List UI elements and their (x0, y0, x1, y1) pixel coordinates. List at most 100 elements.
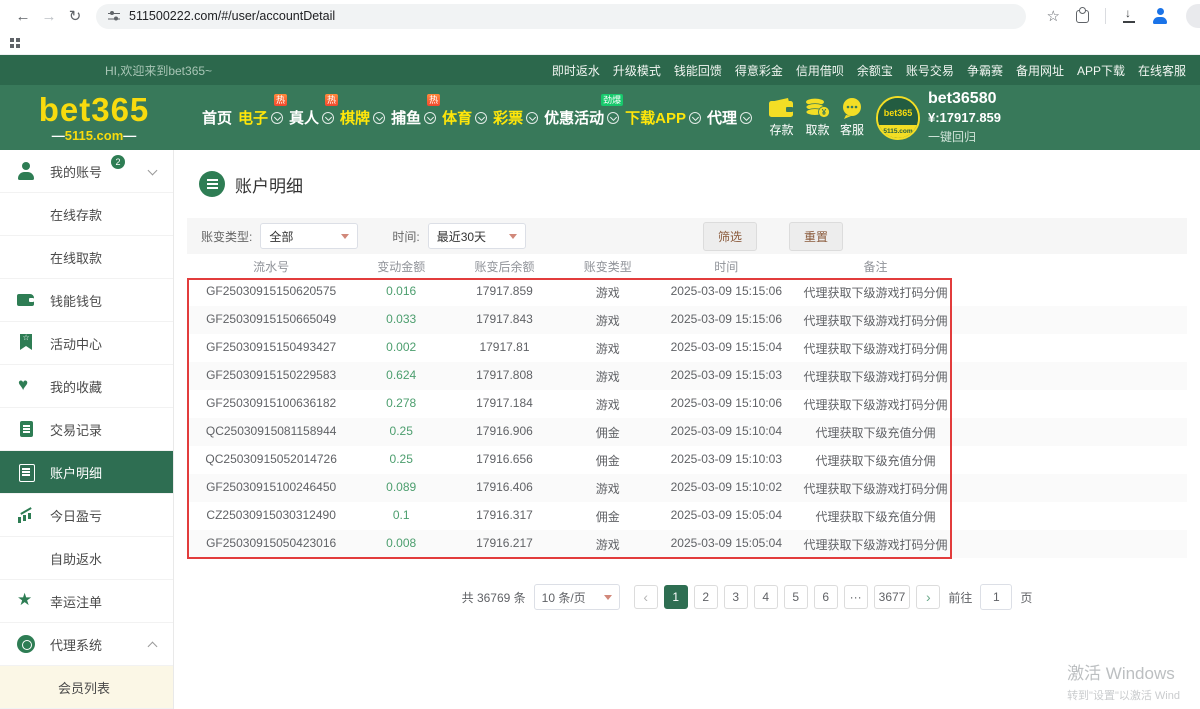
browser-menu-pill[interactable] (1186, 4, 1200, 28)
sidebar-item[interactable]: 在线取款 (0, 236, 173, 279)
one-key-recall-link[interactable]: 一键回归 (928, 128, 1001, 145)
page-number-button[interactable]: 6 (814, 585, 838, 609)
service-label: 客服 (840, 121, 864, 138)
sidebar-item[interactable]: 我的收藏 (0, 365, 173, 408)
sidebar-item-label: 在线取款 (50, 248, 102, 267)
sidebar-item[interactable]: 代理系统 (0, 623, 173, 666)
chevron-down-circle-icon (373, 112, 385, 124)
goto-page-input[interactable] (980, 584, 1012, 610)
sidebar-item[interactable]: 自助返水 (0, 537, 173, 580)
withdraw-label: 取款 (805, 121, 829, 138)
table-row: GF25030915150620575 0.016 17917.859 游戏 2… (187, 278, 1187, 306)
reload-icon[interactable]: ↻ (62, 7, 88, 25)
change-amount: 0.25 (355, 452, 447, 469)
activity-icon (17, 334, 35, 352)
logo-dash: — (52, 128, 65, 143)
nav-item[interactable]: 下载APP (625, 107, 701, 128)
page-number-button[interactable]: 3 (724, 585, 748, 609)
type-filter-select[interactable]: 全部 (260, 223, 358, 249)
sidebar-item[interactable]: 钱能钱包 (0, 279, 173, 322)
change-type: 游戏 (562, 284, 654, 301)
nav-item[interactable]: 电子 热 (238, 107, 283, 128)
apps-grid-icon[interactable] (10, 38, 14, 42)
change-amount: 0.008 (355, 536, 447, 553)
sidebar-item-label: 今日盈亏 (50, 506, 102, 525)
chevron-down-circle-icon (271, 112, 283, 124)
nav-item[interactable]: 棋牌 (340, 107, 385, 128)
topbar-link[interactable]: 在线客服 (1138, 62, 1186, 79)
remark: 代理获取下级游戏打码分佣 (799, 340, 952, 357)
page-number-button[interactable]: ··· (844, 585, 868, 609)
page-number-button[interactable]: 5 (784, 585, 808, 609)
hot-badge: 热 (274, 94, 287, 106)
topbar-link[interactable]: 升级模式 (613, 62, 661, 79)
logo-domain: 5115.com (65, 128, 124, 143)
reset-button[interactable]: 重置 (789, 222, 843, 251)
sidebar-item[interactable]: 会员列表 (0, 666, 173, 709)
topbar-link[interactable]: 争霸赛 (967, 62, 1003, 79)
nav-item-label: 下载APP (625, 107, 686, 128)
nav-item[interactable]: 优惠活动 劲爆 (544, 107, 619, 128)
nav-item[interactable]: 首页 (202, 107, 232, 128)
balance-after: 17916.906 (447, 424, 562, 441)
bookmark-star-icon[interactable]: ☆ (1047, 7, 1060, 25)
balance-after: 17917.843 (447, 312, 562, 329)
page-number-button[interactable]: 1 (664, 585, 688, 609)
sidebar-item[interactable]: 我的账号 2 (0, 150, 173, 193)
withdraw-button[interactable]: ¥ 取款 (804, 97, 831, 138)
nav-item[interactable]: 代理 (707, 107, 752, 128)
sidebar-item[interactable]: 幸运注单 (0, 580, 173, 623)
extensions-icon[interactable] (1076, 10, 1089, 23)
filter-button[interactable]: 筛选 (703, 222, 757, 251)
sidebar-item[interactable]: 今日盈亏 (0, 494, 173, 537)
next-page-button[interactable]: › (916, 585, 940, 609)
service-button[interactable]: 客服 (840, 97, 864, 138)
pagination: 共 36769 条 10 条/页 ‹ 1 2 3 4 5 6 (187, 584, 1187, 610)
topbar-link[interactable]: 余额宝 (857, 62, 893, 79)
page-number-button[interactable]: 2 (694, 585, 718, 609)
change-time: 2025-03-09 15:05:04 (654, 508, 799, 525)
page-size-select[interactable]: 10 条/页 (534, 584, 620, 610)
topbar-link[interactable]: 账号交易 (906, 62, 954, 79)
time-filter-select[interactable]: 最近30天 (428, 223, 526, 249)
deposit-label: 存款 (769, 121, 793, 138)
address-bar[interactable]: 511500222.com/#/user/accountDetail (96, 4, 1026, 29)
serial-number: GF25030915150493427 (187, 340, 355, 357)
sidebar-item[interactable]: 账户明细 (0, 451, 173, 494)
favorites-icon (17, 377, 35, 395)
profile-avatar-icon[interactable] (1152, 8, 1168, 24)
nav-item[interactable]: 体育 (442, 107, 487, 128)
topbar-link[interactable]: 信用借呗 (796, 62, 844, 79)
remark: 代理获取下级游戏打码分佣 (799, 312, 952, 329)
site-logo[interactable]: bet365 —5115.com— (24, 93, 164, 142)
topbar-link[interactable]: APP下载 (1077, 62, 1125, 79)
nav-item[interactable]: 真人 热 (289, 107, 334, 128)
nav-item[interactable]: 彩票 (493, 107, 538, 128)
topbar-link[interactable]: 即时返水 (552, 62, 600, 79)
page-number-button[interactable]: 3677 (874, 585, 911, 609)
deposit-button[interactable]: 存款 (768, 97, 795, 138)
sidebar-item[interactable]: 活动中心 (0, 322, 173, 365)
url-text[interactable]: 511500222.com/#/user/accountDetail (129, 9, 335, 23)
page-number-button[interactable]: 4 (754, 585, 778, 609)
balance-after: 17916.317 (447, 508, 562, 525)
deposit-icon (17, 205, 35, 223)
table-row: GF25030915150229583 0.624 17917.808 游戏 2… (187, 362, 1187, 390)
sidebar-item[interactable]: 交易记录 (0, 408, 173, 451)
nav-item[interactable]: 捕鱼 热 (391, 107, 436, 128)
topbar-link[interactable]: 备用网址 (1016, 62, 1064, 79)
sidebar-item[interactable]: 在线存款 (0, 193, 173, 236)
chevron-down-circle-icon (607, 112, 619, 124)
back-icon[interactable]: ← (10, 8, 36, 25)
topbar-link[interactable]: 得意彩金 (735, 62, 783, 79)
forward-icon[interactable]: → (36, 8, 62, 25)
quick-actions: 存款 ¥ 取款 客服 (768, 97, 864, 138)
topbar-link[interactable]: 钱能回馈 (674, 62, 722, 79)
prev-page-button[interactable]: ‹ (634, 585, 658, 609)
sidebar-item-label: 钱能钱包 (50, 291, 102, 310)
downloads-icon[interactable] (1122, 9, 1136, 23)
chevron-icon (149, 167, 157, 175)
remark: 代理获取下级游戏打码分佣 (799, 368, 952, 385)
site-settings-icon[interactable] (108, 11, 120, 22)
header-time: 时间 (654, 258, 799, 275)
